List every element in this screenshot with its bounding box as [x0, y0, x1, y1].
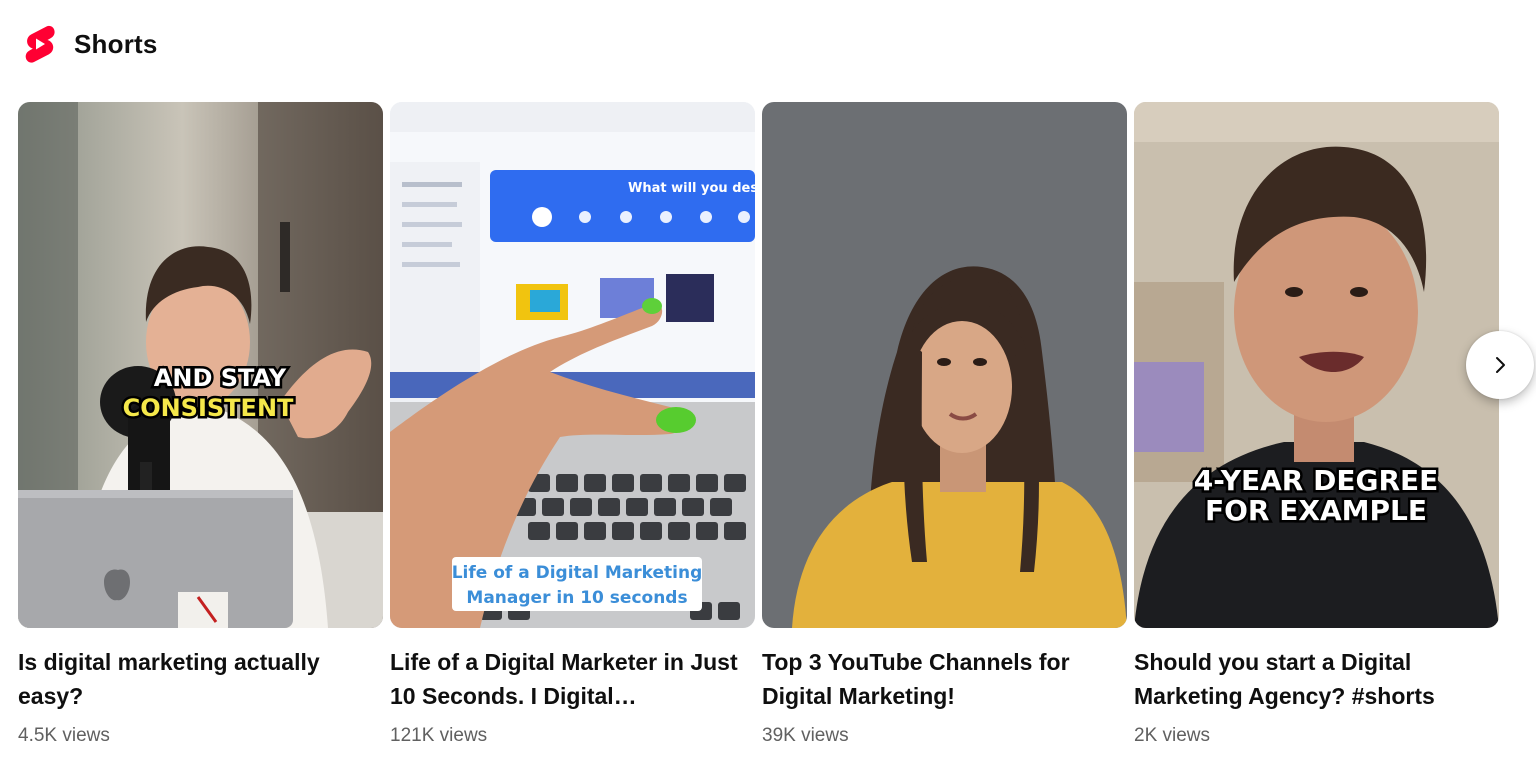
shorts-section-header: Shorts	[22, 22, 158, 66]
short-card[interactable]: Top 3 YouTube Channels for Digital Marke…	[762, 102, 1127, 747]
screen-banner-text: What will you design?	[628, 181, 755, 196]
view-count: 39K views	[762, 725, 849, 746]
section-title: Shorts	[74, 28, 158, 59]
short-thumbnail[interactable]	[762, 102, 1127, 628]
short-card[interactable]: What will you design?	[390, 102, 755, 747]
caption-line2: Manager in 10 seconds	[466, 588, 687, 608]
short-card[interactable]: AND STAY CONSISTENT Is digital marketing…	[18, 102, 383, 747]
short-title[interactable]: Life of a Digital Marketer in Just 10 Se…	[390, 645, 755, 713]
overlay-text-line1: 4-YEAR DEGREE	[1194, 464, 1439, 497]
short-title[interactable]: Should you start a Digital Marketing Age…	[1134, 645, 1499, 713]
short-thumbnail[interactable]: AND STAY CONSISTENT	[18, 102, 383, 628]
short-title[interactable]: Top 3 YouTube Channels for Digital Marke…	[762, 645, 1127, 713]
caption-line1: Life of a Digital Marketing	[452, 563, 703, 583]
overlay-text-line2: FOR EXAMPLE	[1205, 494, 1427, 527]
short-title[interactable]: Is digital marketing actually easy?	[18, 645, 383, 713]
short-card[interactable]: 4-YEAR DEGREE FOR EXAMPLE Should you sta…	[1134, 102, 1499, 747]
carousel-next-button[interactable]	[1466, 331, 1534, 399]
youtube-shorts-icon	[25, 25, 55, 63]
short-thumbnail[interactable]: 4-YEAR DEGREE FOR EXAMPLE	[1134, 102, 1499, 628]
overlay-text-line2: CONSISTENT	[123, 394, 294, 422]
chevron-right-icon	[1496, 357, 1505, 373]
view-count: 4.5K views	[18, 725, 110, 746]
view-count: 121K views	[390, 725, 488, 746]
short-thumbnail[interactable]: What will you design?	[390, 102, 755, 628]
overlay-text-line1: AND STAY	[154, 364, 287, 392]
view-count: 2K views	[1134, 725, 1211, 746]
shorts-carousel: AND STAY CONSISTENT Is digital marketing…	[18, 102, 1499, 747]
